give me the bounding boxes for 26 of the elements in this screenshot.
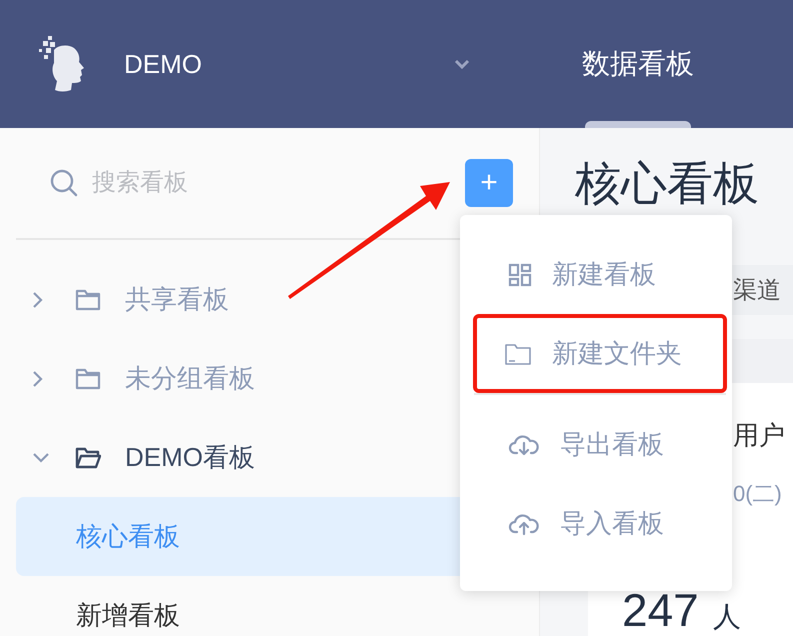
nav-tab[interactable]: 数据看板 [566,0,710,128]
folder-label: DEMO看板 [125,441,255,474]
menu-item[interactable]: 新建文件夹 [473,314,727,393]
board-title: 核心看板 [575,156,759,211]
board-item[interactable]: 新增看板 [16,576,523,636]
cloud-download-icon [508,432,540,456]
folder-icon [504,342,532,366]
chevron-down-icon [33,452,49,462]
metric-value: 247 [622,587,699,633]
folder-icon [75,288,101,310]
search-field[interactable]: 搜索看板 [90,168,334,198]
grid-icon [508,262,532,286]
search-icon [50,169,78,197]
add-button[interactable]: + [465,159,513,207]
chevron-down-icon[interactable] [454,59,470,69]
folder-label: 共享看板 [125,283,229,316]
chevron-right-icon [33,292,43,308]
metric-unit: 人 [712,603,741,631]
app-name: DEMO [124,48,203,80]
folder-label: 未分组看板 [125,362,255,395]
folder-icon [75,368,101,390]
open-folder-icon [75,446,101,468]
cloud-upload-icon [508,512,540,536]
card-title: 用户 [733,419,785,452]
chevron-right-icon [33,370,43,386]
card-date: 0(二) [733,480,782,508]
